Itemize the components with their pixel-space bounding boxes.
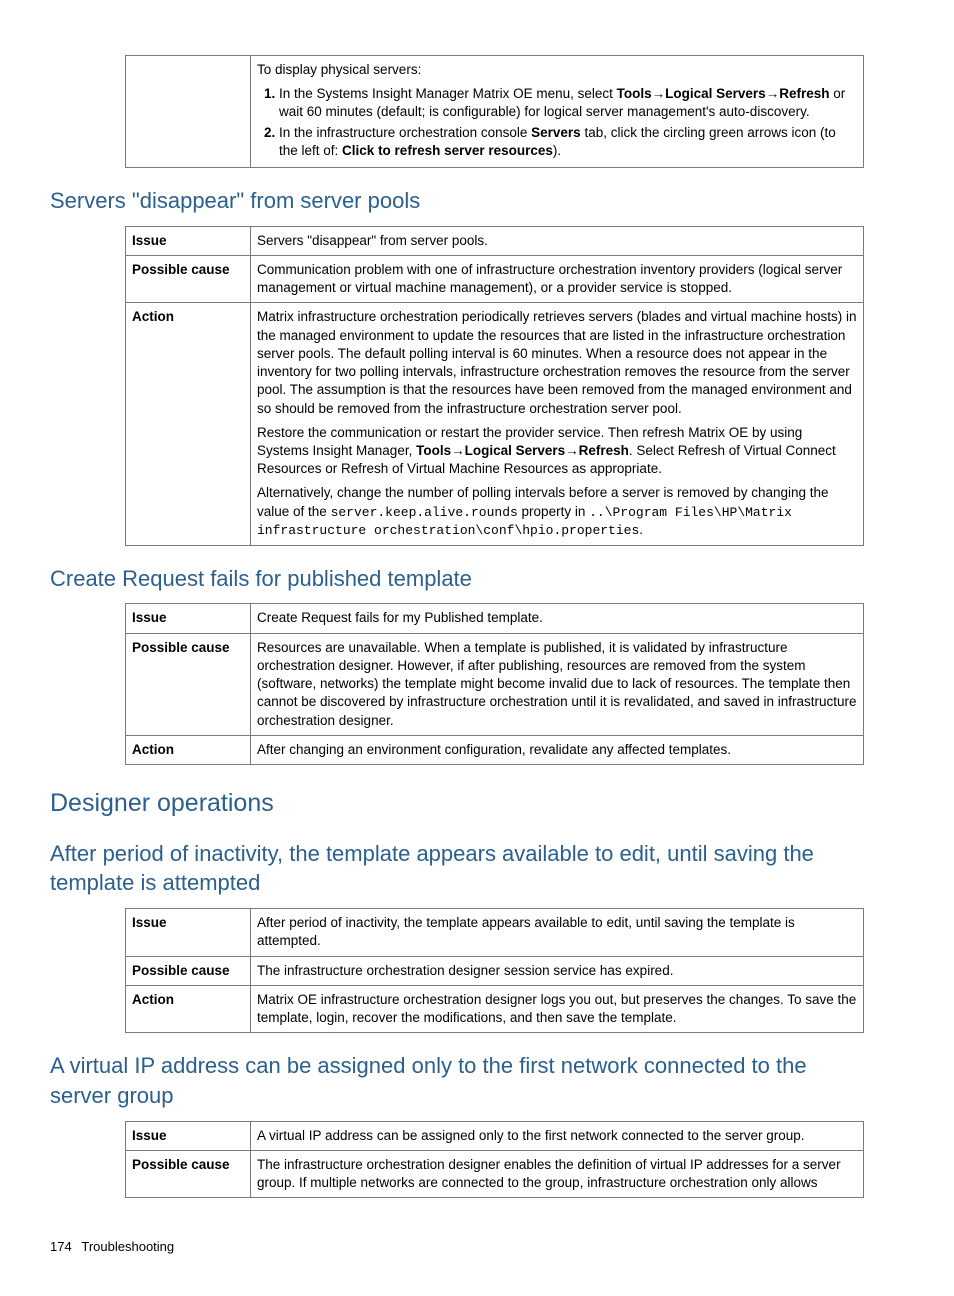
page-number: 174 (50, 1238, 78, 1256)
table-servers-disappear: Issue Servers "disappear" from server po… (125, 226, 864, 546)
top-steps: In the Systems Insight Manager Matrix OE… (257, 85, 857, 160)
top-continuation-table: To display physical servers: In the Syst… (125, 55, 864, 168)
s3-cause: The infrastructure orchestration designe… (251, 956, 864, 985)
label-issue: Issue (126, 1121, 251, 1150)
table-virtual-ip: Issue A virtual IP address can be assign… (125, 1121, 864, 1199)
s1-action-p3: Alternatively, change the number of poll… (257, 484, 857, 539)
label-issue: Issue (126, 909, 251, 956)
heading-designer-operations: Designer operations (50, 787, 864, 821)
s1-cause: Communication problem with one of infras… (251, 256, 864, 303)
page-content: To display physical servers: In the Syst… (0, 0, 954, 1296)
s4-issue: A virtual IP address can be assigned onl… (251, 1121, 864, 1150)
table-inactivity: Issue After period of inactivity, the te… (125, 908, 864, 1033)
s4-cause: The infrastructure orchestration designe… (251, 1150, 864, 1197)
top-label-cell (126, 56, 251, 168)
s3-action: Matrix OE infrastructure orchestration d… (251, 985, 864, 1032)
s2-action: After changing an environment configurat… (251, 735, 864, 764)
heading-inactivity: After period of inactivity, the template… (50, 839, 864, 898)
s1-action-p1: Matrix infrastructure orchestration peri… (257, 308, 857, 417)
s1-issue: Servers "disappear" from server pools. (251, 226, 864, 255)
label-issue: Issue (126, 226, 251, 255)
footer-title: Troubleshooting (81, 1239, 174, 1254)
label-cause: Possible cause (126, 1150, 251, 1197)
s1-action: Matrix infrastructure orchestration peri… (251, 303, 864, 545)
s2-cause: Resources are unavailable. When a templa… (251, 633, 864, 735)
heading-create-request: Create Request fails for published templ… (50, 564, 864, 594)
s2-issue: Create Request fails for my Published te… (251, 604, 864, 633)
top-content-cell: To display physical servers: In the Syst… (251, 56, 864, 168)
label-cause: Possible cause (126, 956, 251, 985)
label-action: Action (126, 985, 251, 1032)
top-step-2: In the infrastructure orchestration cons… (279, 124, 857, 160)
s3-issue: After period of inactivity, the template… (251, 909, 864, 956)
label-cause: Possible cause (126, 633, 251, 735)
heading-virtual-ip: A virtual IP address can be assigned onl… (50, 1051, 864, 1110)
label-issue: Issue (126, 604, 251, 633)
s1-action-p2: Restore the communication or restart the… (257, 424, 857, 479)
heading-servers-disappear: Servers "disappear" from server pools (50, 186, 864, 216)
page-footer: 174 Troubleshooting (50, 1238, 864, 1256)
table-create-request: Issue Create Request fails for my Publis… (125, 603, 864, 765)
top-intro: To display physical servers: (257, 61, 857, 79)
label-action: Action (126, 735, 251, 764)
label-action: Action (126, 303, 251, 545)
label-cause: Possible cause (126, 256, 251, 303)
top-step-1: In the Systems Insight Manager Matrix OE… (279, 85, 857, 121)
